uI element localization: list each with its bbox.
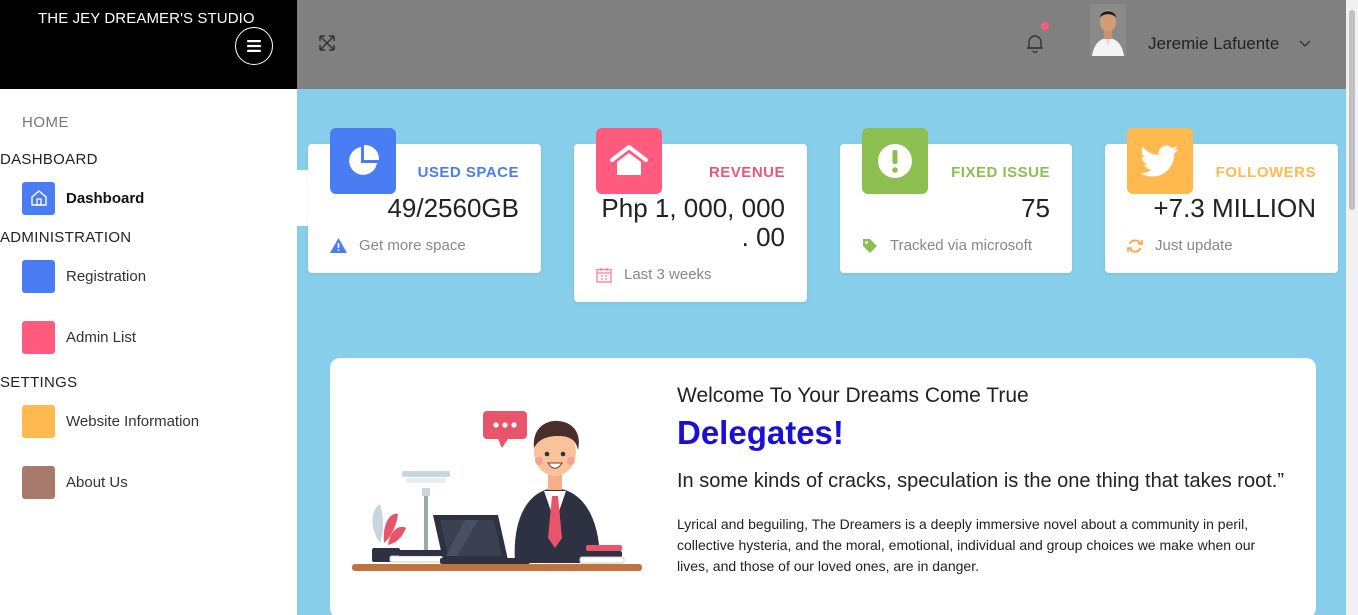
card-value: Php 1, 000, 000 . 00 (601, 194, 785, 252)
sidebar-item-label: Admin List (66, 328, 137, 346)
welcome-quote: In some kinds of cracks, speculation is … (677, 470, 1284, 492)
card-footer: Get more space (330, 237, 466, 254)
sidebar-item-label: Website Information (66, 412, 200, 430)
refresh-icon (1127, 239, 1143, 252)
card-footer: Tracked via microsoft (862, 237, 1032, 254)
nav-section-settings: SETTINGS (0, 374, 78, 391)
home-icon (22, 181, 55, 215)
sidebar-item-dashboard[interactable]: Dashboard (22, 181, 292, 215)
bell-icon[interactable] (1026, 33, 1044, 53)
welcome-heading: Welcome To Your Dreams Come True (677, 384, 1029, 407)
chevron-down-icon[interactable] (1299, 40, 1311, 48)
registration-tile-icon (22, 259, 55, 293)
card-footer: Last 3 weeks (596, 266, 712, 283)
exclamation-icon (862, 128, 928, 194)
sidebar-item-label: Registration (66, 267, 147, 285)
card-value-line2: . 00 (741, 222, 785, 252)
sidebar: THE JEY DREAMER'S STUDIO HOME DASHBOARD … (0, 0, 297, 615)
about-us-tile-icon (22, 465, 55, 499)
house-icon (596, 128, 662, 194)
card-value-line1: Php 1, 000, 000 (601, 193, 785, 223)
hamburger-icon (247, 40, 261, 52)
sidebar-item-label: About Us (66, 473, 128, 491)
welcome-panel: Welcome To Your Dreams Come True Delegat… (330, 358, 1316, 615)
card-footer-text: Tracked via microsoft (890, 237, 1032, 254)
topbar: Jeremie Lafuente (297, 0, 1346, 89)
fullscreen-icon[interactable] (317, 33, 337, 53)
scrollbar-thumb[interactable] (1349, 10, 1355, 210)
card-value: 49/2560GB (387, 193, 519, 223)
card-title: REVENUE (708, 164, 785, 181)
user-name[interactable]: Jeremie Lafuente (1148, 34, 1279, 54)
welcome-title: Delegates! (677, 414, 844, 451)
website-info-tile-icon (22, 404, 55, 438)
admin-list-tile-icon (22, 320, 55, 354)
card-value: +7.3 MILLION (1153, 193, 1316, 223)
businessman-illustration (352, 411, 642, 571)
welcome-body: Lyrical and beguiling, The Dreamers is a… (677, 516, 1256, 574)
sidebar-item-about-us[interactable]: About Us (22, 465, 292, 499)
card-title: FOLLOWERS (1215, 164, 1316, 181)
card-title: USED SPACE (417, 164, 519, 181)
card-footer-text: Last 3 weeks (624, 266, 712, 283)
brand-bar: THE JEY DREAMER'S STUDIO (0, 0, 297, 89)
sidebar-item-registration[interactable]: Registration (22, 259, 292, 293)
warning-icon (330, 238, 347, 253)
avatar[interactable] (1090, 4, 1126, 56)
notification-dot (1041, 22, 1049, 30)
brand-title: THE JEY DREAMER'S STUDIO (38, 10, 255, 27)
card-title: FIXED ISSUE (951, 164, 1050, 181)
nav-home-label: HOME (22, 114, 69, 131)
sidebar-item-website-information[interactable]: Website Information (22, 404, 292, 438)
calendar-icon (596, 267, 612, 283)
card-footer: Just update (1127, 237, 1233, 254)
sidebar-item-label: Dashboard (66, 189, 145, 207)
sidebar-item-admin-list[interactable]: Admin List (22, 320, 292, 354)
twitter-icon (1127, 128, 1193, 194)
card-value: 75 (1021, 193, 1050, 223)
nav-section-administration: ADMINISTRATION (0, 229, 132, 246)
nav-section-dashboard: DASHBOARD (0, 151, 98, 168)
card-footer-text: Get more space (359, 237, 466, 254)
menu-toggle-button[interactable] (235, 27, 273, 65)
pie-chart-icon (330, 128, 396, 194)
card-footer-text: Just update (1155, 237, 1233, 254)
tag-icon (863, 238, 877, 253)
